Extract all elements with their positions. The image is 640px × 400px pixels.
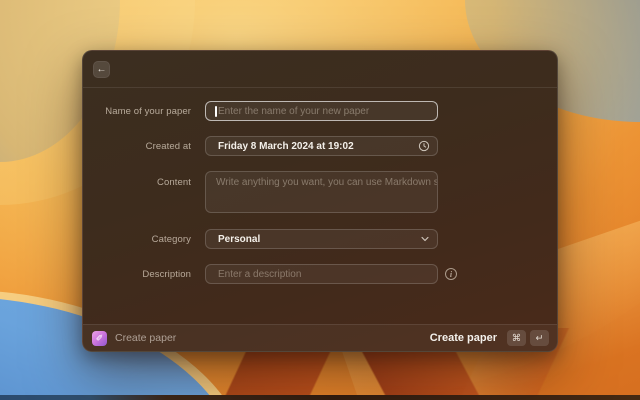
command-key-badge[interactable]: ⌘	[507, 330, 526, 346]
form-row-name: Name of your paper	[83, 101, 557, 121]
wallpaper-bottom-edge	[0, 395, 640, 400]
category-field-label: Category	[151, 233, 191, 245]
form-row-description: Description i	[83, 264, 557, 284]
created-at-picker[interactable]: Friday 8 March 2024 at 19:02	[205, 136, 438, 156]
back-button[interactable]: ←	[93, 61, 110, 78]
form-row-content: Content Write anything you want, you can…	[83, 171, 557, 213]
description-input-field[interactable]	[205, 264, 438, 284]
create-paper-form: Name of your paper Created at Friday 8 M…	[83, 88, 557, 326]
name-field-label: Name of your paper	[105, 105, 191, 117]
create-paper-window: ← Name of your paper Created at Friday 8…	[82, 50, 558, 352]
info-icon: i	[445, 268, 457, 280]
category-dropdown[interactable]: Personal	[205, 229, 438, 249]
description-field-label: Description	[142, 268, 191, 280]
category-selected-value: Personal	[218, 233, 261, 245]
pencil-glyph: ✐	[95, 332, 104, 343]
content-field-label: Content	[157, 177, 191, 188]
chevron-down-icon	[420, 234, 430, 244]
window-header: ←	[83, 51, 557, 87]
clock-icon	[418, 140, 430, 152]
text-caret	[215, 106, 217, 117]
name-input-field[interactable]	[205, 101, 438, 121]
create-paper-action[interactable]: Create paper	[430, 332, 497, 344]
content-placeholder: Write anything you want, you can use Mar…	[216, 177, 437, 188]
form-row-created-at: Created at Friday 8 March 2024 at 19:02	[83, 136, 557, 156]
back-arrow-icon: ←	[96, 63, 107, 75]
description-input[interactable]	[206, 265, 437, 283]
desktop-screen: ← Name of your paper Created at Friday 8…	[0, 0, 640, 400]
form-row-category: Category Personal	[83, 229, 557, 249]
pencil-app-icon: ✐	[92, 330, 107, 346]
content-textarea[interactable]: Write anything you want, you can use Mar…	[205, 171, 438, 213]
window-footer: ✐ Create paper Create paper ⌘ ↵	[83, 324, 557, 351]
footer-actions: Create paper ⌘ ↵	[430, 330, 549, 346]
name-input[interactable]	[206, 102, 437, 120]
created-at-value: Friday 8 March 2024 at 19:02	[218, 140, 354, 152]
created-at-field-label: Created at	[145, 140, 191, 152]
return-key-badge[interactable]: ↵	[530, 330, 549, 346]
footer-app-name: Create paper	[115, 332, 177, 344]
